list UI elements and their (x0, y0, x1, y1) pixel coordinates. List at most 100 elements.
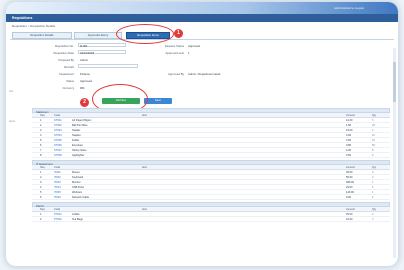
cell-name: Webcam (72, 190, 83, 194)
cell-amt: 120.00 (346, 190, 354, 194)
column-header-name: Item (142, 113, 148, 117)
table-row[interactable]: 6 IT006 Network Cable 9.00 6 (32, 195, 390, 200)
field-label: Status (66, 79, 74, 83)
cell-name: Highlighter (72, 153, 85, 157)
left-marker: Info (9, 90, 14, 93)
cell-amt: 25.00 (346, 212, 353, 216)
cell-amt: 9.00 (346, 195, 352, 199)
field-label: Requisition No. (55, 44, 74, 48)
cell-seq: 2 (40, 175, 42, 179)
field-value: Finance (80, 72, 90, 76)
user-menu[interactable]: Administrator ▸ Logout (334, 6, 364, 10)
tab-requisition-details[interactable]: Requisition Details (12, 32, 72, 39)
cell-amt: 3.00 (346, 133, 352, 137)
item-code-link[interactable]: IT005 (54, 191, 61, 194)
cell-amt: 35.00 (346, 170, 353, 174)
item-code-link[interactable]: IT006 (54, 196, 61, 199)
column-header-seq: Seq (40, 113, 45, 117)
item-code-link[interactable]: ST004 (54, 134, 62, 137)
cell-tag: 1 (372, 180, 374, 184)
column-header-amt: Amount (346, 113, 355, 117)
cell-tag: 3 (372, 175, 374, 179)
left-marker: Items (9, 120, 16, 123)
cell-name: Monitor (72, 180, 81, 184)
item-code-link[interactable]: ST003 (54, 129, 62, 132)
highlight-circle-tab (116, 24, 174, 44)
field-label: Prepared By (58, 58, 74, 62)
item-code-link[interactable]: IT001 (54, 171, 61, 174)
tab-approval-history[interactable]: Approval History (74, 32, 122, 39)
cell-seq: 7 (40, 148, 42, 152)
item-code-link[interactable]: PT001 (54, 213, 62, 216)
column-header-code: Code (54, 113, 61, 117)
item-code-link[interactable]: ST008 (54, 154, 62, 157)
column-header-amt: Amount (346, 165, 355, 169)
cell-name: Folder (72, 138, 80, 142)
field-value: RM (80, 86, 85, 90)
cell-tag: 3 (372, 217, 374, 221)
cell-amt: 4.00 (346, 148, 352, 152)
cell-tag: 15 (372, 138, 375, 142)
cell-tag: 5 (372, 118, 374, 122)
cell-seq: 2 (40, 123, 42, 127)
cell-amt: 29.00 (346, 185, 353, 189)
cell-name: Mouse (72, 170, 80, 174)
column-header-tag: Qty (372, 113, 377, 117)
cell-seq: 5 (40, 138, 42, 142)
column-header-name: Item (142, 165, 148, 169)
cell-name: Tea Bags (72, 217, 83, 221)
field-label: Approved By (167, 72, 184, 76)
table-row[interactable]: 8 ST008 Highlighter 3.50 6 (32, 153, 390, 158)
tab-row: Requisition Details Approval History Req… (10, 30, 394, 40)
cell-name: Sticky Notes (72, 148, 87, 152)
item-code-link[interactable]: ST005 (54, 139, 62, 142)
column-header-seq: Seq (40, 165, 45, 169)
cell-seq: 8 (40, 153, 42, 157)
cell-tag: 10 (372, 133, 375, 137)
cell-name: Network Cable (72, 195, 90, 199)
remark-field[interactable] (78, 64, 138, 68)
cell-seq: 4 (40, 185, 42, 189)
cell-amt: 0.80 (346, 143, 352, 147)
field-label: Requisition Date (53, 51, 74, 55)
item-code-link[interactable]: IT004 (54, 186, 61, 189)
item-code-link[interactable]: ST001 (54, 119, 62, 122)
cell-amt: 1.50 (346, 123, 352, 127)
cell-tag: 2 (372, 212, 374, 216)
page-title: Requisitions (12, 16, 33, 20)
field-value: 1 (188, 51, 190, 55)
cell-seq: 1 (40, 170, 42, 174)
app-window: Administrator ▸ Logout Requisitions Requ… (6, 2, 398, 266)
field-value: R-001 (80, 44, 88, 48)
breadcrumb: Requisition > Requisition Details (12, 24, 56, 28)
item-code-link[interactable]: ST002 (54, 124, 62, 127)
scrollbar-thumb[interactable] (393, 62, 396, 102)
cell-tag: 3 (372, 170, 374, 174)
cell-seq: 5 (40, 190, 42, 194)
cell-tag: 1 (372, 190, 374, 194)
cell-amt: 55.00 (346, 175, 353, 179)
field-value: Approved (188, 44, 200, 48)
item-code-link[interactable]: ST006 (54, 144, 62, 147)
field-value: 24/01/2018 (80, 51, 94, 55)
cell-name: Staples (72, 133, 81, 137)
field-label: Request Status (164, 44, 184, 48)
column-header-tag: Qty (372, 165, 377, 169)
table-row[interactable]: 2 PT002 Tea Bags 10.00 3 (32, 217, 390, 222)
cell-amt: 10.00 (346, 217, 353, 221)
item-code-link[interactable]: IT002 (54, 176, 61, 179)
save-button[interactable]: Save (144, 98, 172, 104)
field-value: Approved (80, 79, 92, 83)
item-code-link[interactable]: IT003 (54, 181, 61, 184)
item-code-link[interactable]: ST007 (54, 149, 62, 152)
field-label: Currency (62, 86, 74, 90)
cell-name: Envelope (72, 143, 83, 147)
field-value: Admin (80, 58, 88, 62)
cell-name: A4 Paper 80gsm (72, 118, 92, 122)
cell-amt: 12.00 (346, 118, 353, 122)
cell-name: Keyboard (72, 175, 84, 179)
item-code-link[interactable]: PT002 (54, 218, 62, 221)
column-header-name: Item (142, 207, 148, 211)
cell-name: Stapler (72, 128, 81, 132)
cell-amt: 480.00 (346, 180, 354, 184)
